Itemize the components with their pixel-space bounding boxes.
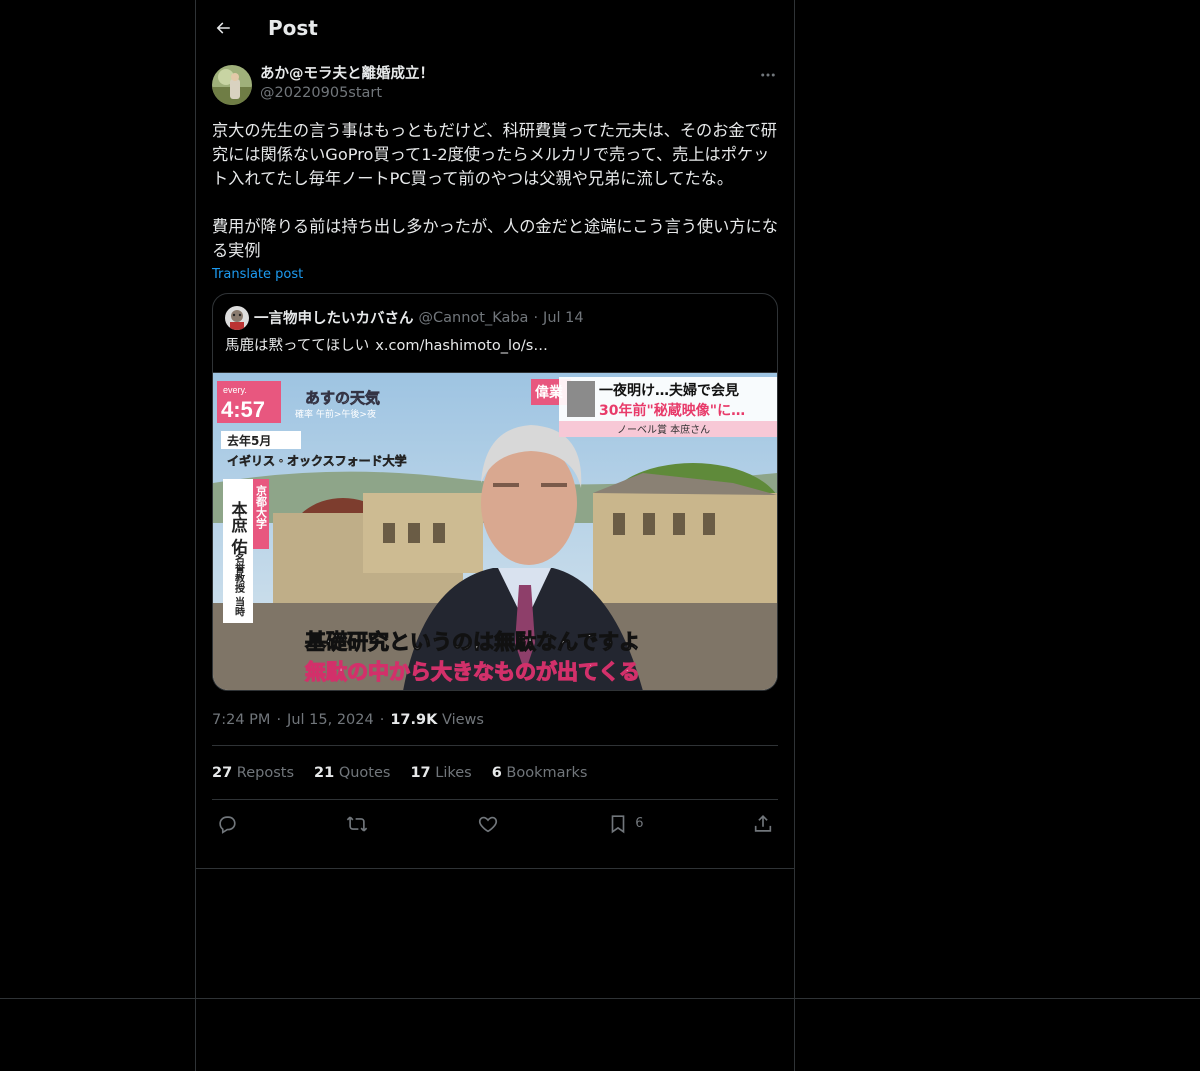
- more-icon: [761, 73, 775, 77]
- repost-button[interactable]: [346, 809, 368, 839]
- share-icon: [754, 814, 772, 832]
- quote-date[interactable]: Jul 14: [543, 310, 584, 326]
- views-count: 17.9K: [390, 712, 438, 728]
- quoted-post[interactable]: 一言物申したいカバさん @Cannot_Kaba · Jul 14 馬鹿は黙って…: [212, 293, 778, 691]
- post: あか@モラ夫と離婚成立！ @20220905start 京大の先生の言う事はもっ…: [196, 65, 794, 847]
- media-clock: 4:57: [221, 397, 265, 422]
- views-label: Views: [441, 712, 484, 728]
- post-date[interactable]: Jul 15, 2024: [287, 712, 374, 728]
- separator-dot: ·: [379, 712, 385, 728]
- like-icon: [478, 816, 497, 832]
- quote-text-row: 馬鹿は黙っててほしい x.com/hashimoto_lo/s…: [213, 330, 777, 360]
- quote-author-handle[interactable]: @Cannot_Kaba: [419, 310, 529, 326]
- back-button[interactable]: [212, 17, 234, 39]
- like-button[interactable]: [477, 809, 499, 839]
- media-name-vertical: 本庶 佑: [229, 500, 249, 556]
- quote-text: 馬鹿は黙っててほしい: [225, 338, 370, 354]
- bookmark-count: 6: [635, 816, 644, 831]
- more-button[interactable]: [758, 65, 778, 85]
- back-arrow-icon: [216, 21, 230, 34]
- quote-avatar[interactable]: [225, 305, 249, 330]
- engagement-stats: 27 Reposts 21 Quotes 17 Likes 6 Bookmark…: [212, 746, 778, 799]
- right-column-border: [794, 0, 795, 1071]
- bottom-divider: [0, 998, 1200, 999]
- post-detail-column: Post あか@モラ夫と離婚成立！ @20220905start 京大の先生の言…: [196, 0, 794, 869]
- media-caption-2: 無駄の中から大きなものが出てくる: [305, 660, 640, 684]
- quote-author-name[interactable]: 一言物申したいカバさん: [254, 307, 414, 328]
- media-weather-title: あすの天気: [305, 389, 380, 407]
- reposts-label: Reposts: [236, 764, 295, 781]
- quote-header: 一言物申したいカバさん @Cannot_Kaba · Jul 14: [213, 294, 777, 330]
- share-button[interactable]: [752, 809, 774, 839]
- bookmark-button[interactable]: 6: [607, 809, 644, 839]
- repost-icon: [347, 816, 368, 831]
- media-weather-sub: 確率 午前>午後>夜: [295, 408, 376, 420]
- top-header: Post: [196, 0, 794, 55]
- media-place-date: 去年5月: [227, 433, 271, 448]
- bookmarks-label: Bookmarks: [506, 764, 588, 781]
- likes-label: Likes: [435, 764, 472, 781]
- author-info: あか@モラ夫と離婚成立！ @20220905start: [260, 65, 434, 103]
- bookmarks-stat[interactable]: 6 Bookmarks: [492, 765, 588, 781]
- page-title: Post: [268, 15, 318, 40]
- author-handle[interactable]: @20220905start: [260, 84, 434, 103]
- post-time[interactable]: 7:24 PM: [212, 712, 270, 728]
- likes-stat[interactable]: 17 Likes: [410, 765, 471, 781]
- media-place-name: イギリス・オックスフォード大学: [227, 453, 407, 468]
- quote-link[interactable]: x.com/hashimoto_lo/s…: [375, 338, 548, 354]
- media-caption-1: 基礎研究というのは無駄なんですよ: [305, 630, 640, 654]
- action-bar: 6: [212, 800, 778, 847]
- media-logo: every.: [223, 385, 247, 395]
- quotes-count: 21: [314, 764, 335, 781]
- separator-dot: ·: [533, 309, 539, 326]
- quotes-label: Quotes: [338, 764, 391, 781]
- translate-post-link[interactable]: Translate post: [212, 267, 303, 282]
- reply-button[interactable]: [216, 809, 238, 839]
- post-bottom-border: [196, 868, 794, 869]
- likes-count: 17: [410, 764, 431, 781]
- media-headline-sub: ノーベル賞 本庶さん: [617, 423, 710, 436]
- reposts-stat[interactable]: 27 Reposts: [212, 765, 294, 781]
- reposts-count: 27: [212, 764, 233, 781]
- post-meta: 7:24 PM · Jul 15, 2024 · 17.9K Views: [212, 710, 778, 730]
- post-author-row: あか@モラ夫と離婚成立！ @20220905start: [212, 65, 778, 105]
- separator-dot: ·: [276, 712, 282, 728]
- media-headline-2: 30年前"秘蔵映像"に…: [599, 402, 745, 419]
- quotes-stat[interactable]: 21 Quotes: [314, 765, 390, 781]
- bookmark-icon: [611, 814, 625, 833]
- post-text: 京大の先生の言う事はもっともだけど、科研費貰ってた元夫は、そのお金で研究には関係…: [212, 121, 778, 260]
- bookmarks-count: 6: [491, 764, 502, 781]
- avatar[interactable]: [212, 65, 252, 105]
- media-headline-1: 一夜明け…夫婦で会見: [599, 382, 739, 399]
- reply-icon: [219, 815, 236, 834]
- quote-media-image[interactable]: every. 4:57 あすの天気 確率 午前>午後>夜 去年5月 イギリス・オ…: [213, 372, 777, 690]
- media-affiliation-vertical: 京都大学: [255, 484, 269, 530]
- author-name[interactable]: あか@モラ夫と離婚成立！: [260, 65, 434, 84]
